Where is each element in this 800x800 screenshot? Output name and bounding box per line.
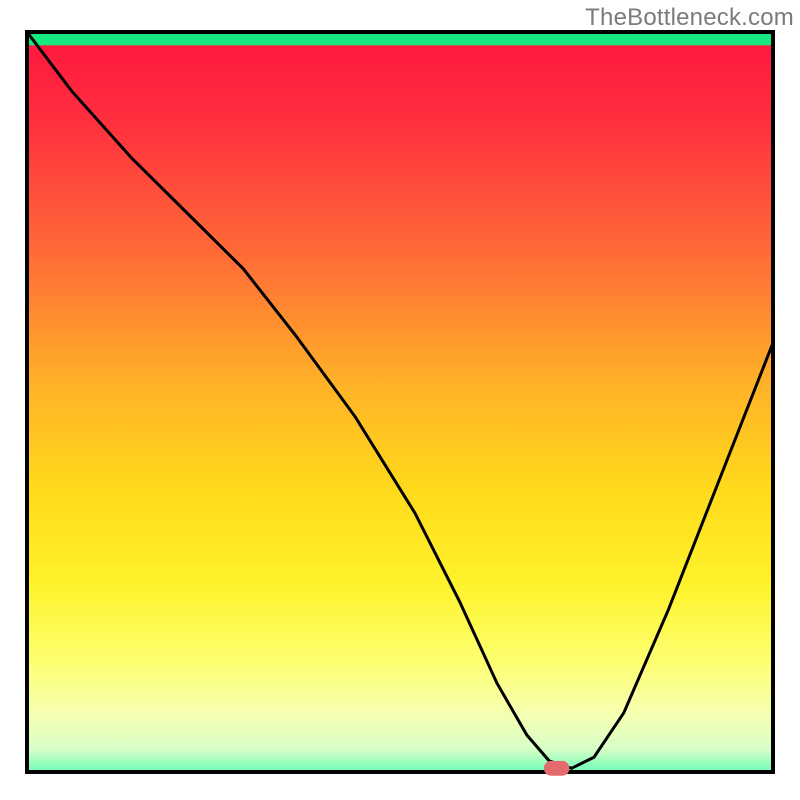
bottleneck-chart xyxy=(0,0,800,800)
optimal-point-marker xyxy=(544,761,569,776)
plot-background xyxy=(27,32,773,772)
chart-container: TheBottleneck.com xyxy=(0,0,800,800)
